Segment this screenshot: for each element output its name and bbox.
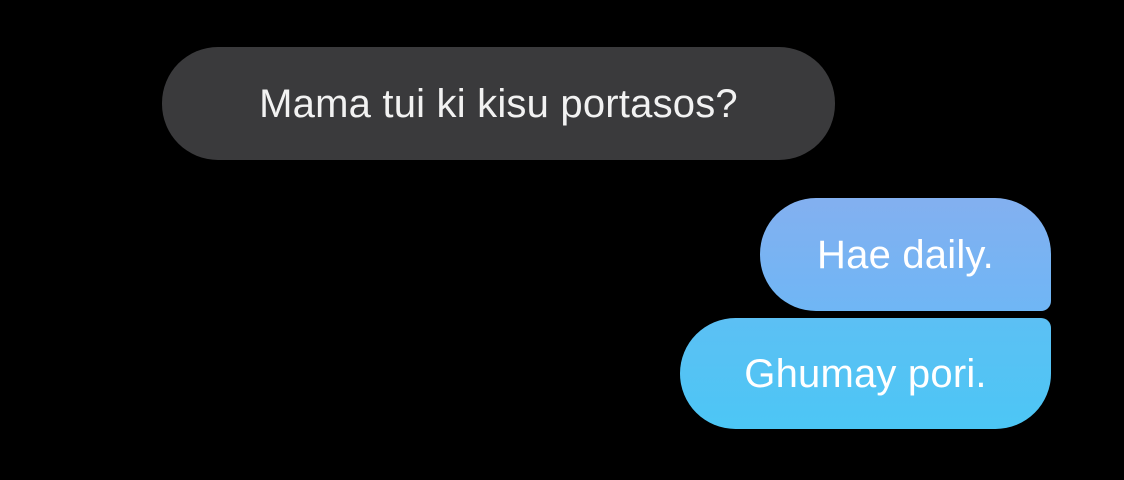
outgoing-message-bubble[interactable]: Hae daily.	[760, 198, 1051, 311]
chat-thread: Mama tui ki kisu portasos? Hae daily. Gh…	[0, 0, 1124, 480]
outgoing-message-bubble[interactable]: Ghumay pori.	[680, 318, 1051, 429]
message-text: Ghumay pori.	[744, 351, 987, 396]
incoming-message-bubble[interactable]: Mama tui ki kisu portasos?	[162, 47, 835, 160]
message-text: Mama tui ki kisu portasos?	[259, 81, 738, 126]
message-text: Hae daily.	[817, 232, 994, 277]
